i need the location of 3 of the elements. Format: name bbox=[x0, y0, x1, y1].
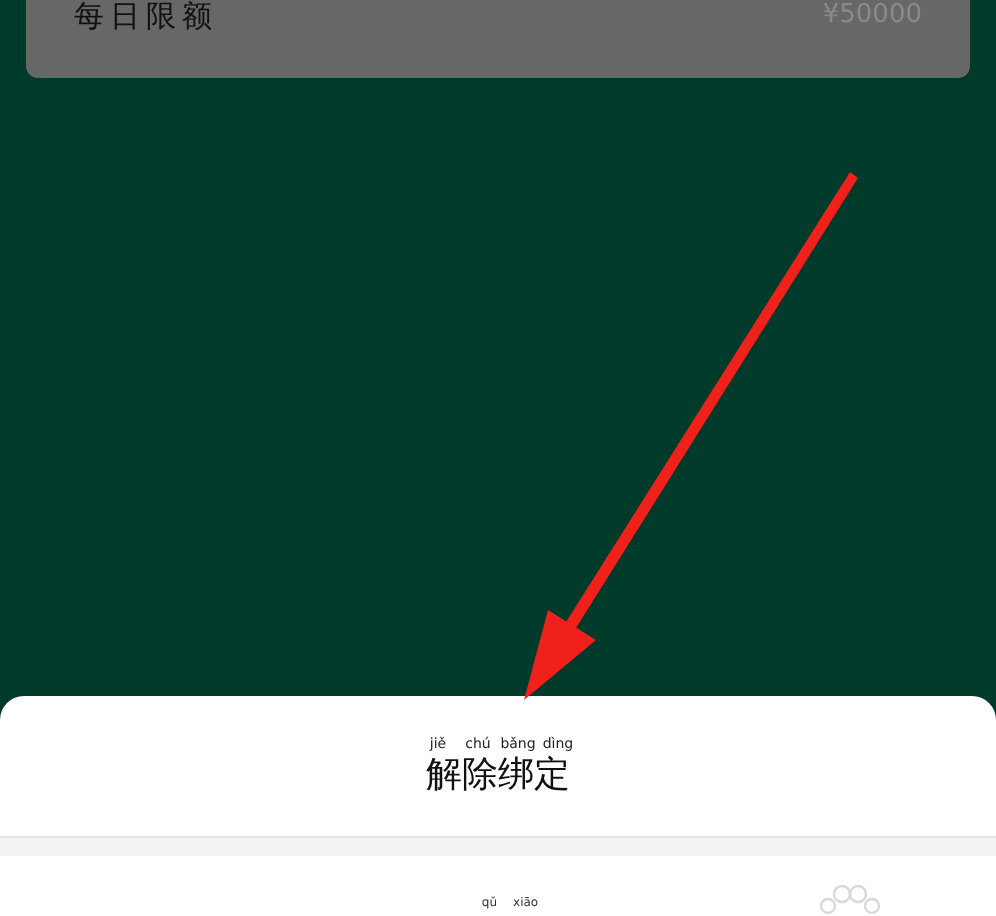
daily-limit-label: 每日限额 bbox=[74, 0, 218, 32]
paw-icon bbox=[816, 884, 884, 916]
unbind-label: 解除绑定 bbox=[424, 753, 572, 797]
